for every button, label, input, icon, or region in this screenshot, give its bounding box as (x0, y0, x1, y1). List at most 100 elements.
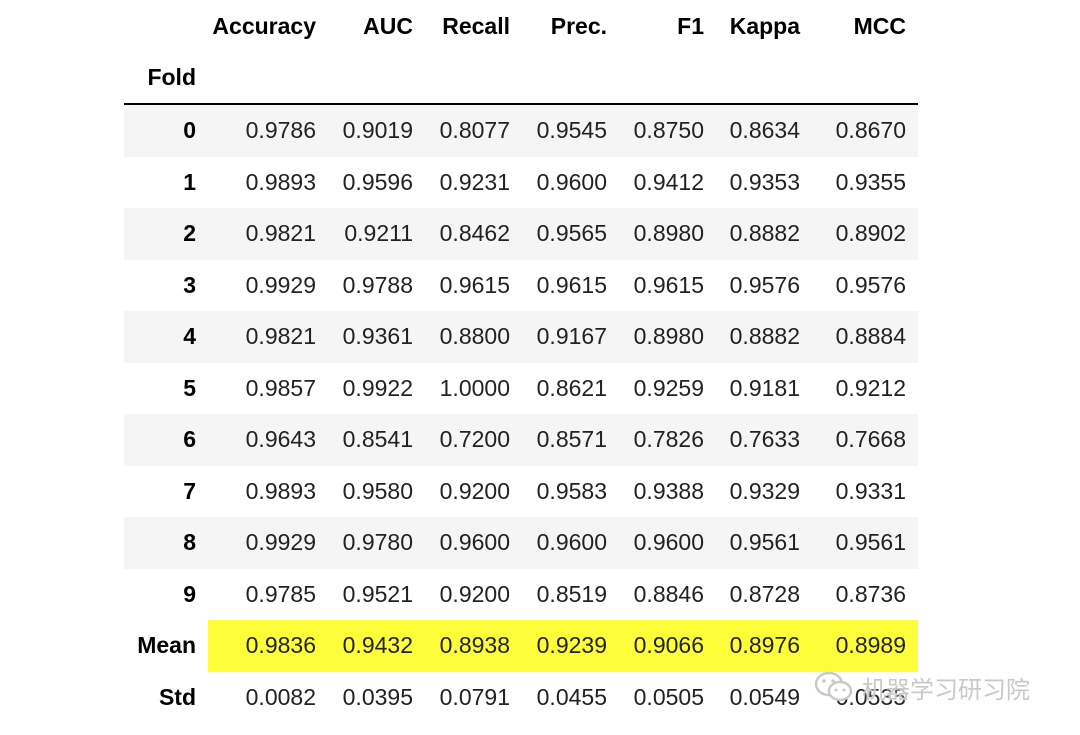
row-index-7: 7 (183, 477, 196, 504)
watermark-text: 机器学习研习院 (862, 675, 1030, 704)
cell-auc: 0.9596 (342, 168, 413, 195)
cell-accuracy: 0.9821 (245, 220, 316, 247)
cell-recall: 0.8800 (439, 323, 510, 350)
cell-recall: 0.9600 (439, 529, 510, 556)
index-header-row: Fold (124, 52, 918, 104)
cell-kappa: 0.8882 (729, 323, 800, 350)
column-header-precision: Prec. (550, 12, 607, 39)
table-row: 3 0.9929 0.9788 0.9615 0.9615 0.9615 0.9576 0.9… (124, 259, 918, 311)
row-index-8: 8 (183, 529, 196, 556)
cell-kappa: 0.0549 (729, 683, 800, 710)
cell-mcc: 0.8670 (835, 117, 906, 144)
row-index-6: 6 (183, 426, 196, 453)
cell-kappa: 0.9181 (729, 374, 800, 401)
table-row: 2 0.9821 0.9211 0.8462 0.9565 0.8980 0.8882 0.8… (124, 208, 918, 260)
cell-precision: 0.9583 (536, 477, 607, 504)
cell-accuracy: 0.9786 (245, 117, 316, 144)
cell-precision: 0.9239 (522, 620, 619, 672)
table-row: 0 0.9786 0.9019 0.8077 0.9545 0.8750 0.8634 0.8… (124, 104, 918, 157)
cell-mcc: 0.8884 (835, 323, 906, 350)
row-index-0: 0 (183, 117, 196, 144)
cell-precision: 0.8571 (536, 426, 607, 453)
column-header-row: Accuracy AUC Recall Prec. F1 Kappa MCC (124, 0, 918, 52)
cell-kappa: 0.9561 (729, 529, 800, 556)
cell-mcc: 0.8989 (812, 620, 918, 672)
cell-mcc: 0.8902 (835, 220, 906, 247)
column-header-auc: AUC (363, 12, 413, 39)
cell-kappa: 0.9329 (729, 477, 800, 504)
cell-f1: 0.9388 (633, 477, 704, 504)
wechat-icon (814, 670, 854, 704)
index-name-fold: Fold (147, 64, 196, 90)
cell-f1: 0.9600 (633, 529, 704, 556)
cell-recall: 0.0791 (439, 683, 510, 710)
cell-precision: 0.8519 (536, 580, 607, 607)
cell-accuracy: 0.9929 (245, 529, 316, 556)
table-row: 1 0.9893 0.9596 0.9231 0.9600 0.9412 0.9353 0.9… (124, 156, 918, 208)
cell-precision: 0.9600 (536, 529, 607, 556)
cell-auc: 0.9580 (342, 477, 413, 504)
cv-results-table: Accuracy AUC Recall Prec. F1 Kappa MCC F… (124, 0, 918, 723)
cell-accuracy: 0.9893 (245, 168, 316, 195)
cell-mcc: 0.7668 (835, 426, 906, 453)
table-row: Mean 0.9836 0.9432 0.8938 0.9239 0.9066 0.8976… (124, 620, 918, 672)
cell-auc: 0.9019 (342, 117, 413, 144)
results-table-container: Accuracy AUC Recall Prec. F1 Kappa MCC F… (124, 0, 918, 723)
cell-recall: 0.9200 (439, 477, 510, 504)
row-index-4: 4 (183, 323, 196, 350)
column-header-kappa: Kappa (729, 12, 800, 39)
cell-kappa: 0.9576 (729, 271, 800, 298)
cell-kappa: 0.8882 (729, 220, 800, 247)
table-row: 7 0.9893 0.9580 0.9200 0.9583 0.9388 0.9329 0.9… (124, 465, 918, 517)
cell-mcc: 0.9212 (835, 374, 906, 401)
cell-accuracy: 0.9643 (245, 426, 316, 453)
cell-f1: 0.8980 (633, 323, 704, 350)
cell-kappa: 0.9353 (729, 168, 800, 195)
cell-precision: 0.0455 (536, 683, 607, 710)
cell-auc: 0.0395 (342, 683, 413, 710)
cell-f1: 0.9066 (619, 620, 716, 672)
cell-mcc: 0.9355 (835, 168, 906, 195)
cell-precision: 0.9615 (536, 271, 607, 298)
cell-recall: 0.8938 (425, 620, 522, 672)
row-index-5: 5 (183, 374, 196, 401)
row-index-2: 2 (183, 220, 196, 247)
cell-recall: 0.9200 (439, 580, 510, 607)
cell-recall: 1.0000 (439, 374, 510, 401)
cell-kappa: 0.8976 (716, 620, 812, 672)
table-row: 8 0.9929 0.9780 0.9600 0.9600 0.9600 0.9561 0.9… (124, 517, 918, 569)
cell-f1: 0.9412 (633, 168, 704, 195)
cell-accuracy: 0.9893 (245, 477, 316, 504)
table-row: Std 0.0082 0.0395 0.0791 0.0455 0.0505 0.0549 0… (124, 671, 918, 723)
cell-precision: 0.9167 (536, 323, 607, 350)
cell-kappa: 0.8728 (729, 580, 800, 607)
cell-accuracy: 0.9929 (245, 271, 316, 298)
table-row: 4 0.9821 0.9361 0.8800 0.9167 0.8980 0.8882 0.8… (124, 311, 918, 363)
table-row: 9 0.9785 0.9521 0.9200 0.8519 0.8846 0.8728 0.8… (124, 568, 918, 620)
cell-recall: 0.7200 (439, 426, 510, 453)
cell-accuracy: 0.9785 (245, 580, 316, 607)
cell-auc: 0.9788 (342, 271, 413, 298)
cell-precision: 0.9565 (536, 220, 607, 247)
cell-auc: 0.9432 (328, 620, 425, 672)
table-body: 0 0.9786 0.9019 0.8077 0.9545 0.8750 0.8634 0.8… (124, 104, 918, 723)
cell-f1: 0.8846 (633, 580, 704, 607)
cell-auc: 0.9361 (342, 323, 413, 350)
cell-f1: 0.0505 (633, 683, 704, 710)
cell-auc: 0.9211 (344, 220, 413, 247)
cell-auc: 0.9780 (342, 529, 413, 556)
cell-accuracy: 0.0082 (245, 683, 316, 710)
row-index-std: Std (158, 683, 196, 710)
cell-recall: 0.9231 (439, 168, 510, 195)
cell-auc: 0.9922 (342, 374, 413, 401)
cell-precision: 0.9600 (536, 168, 607, 195)
cell-f1: 0.7826 (633, 426, 704, 453)
cell-f1: 0.8980 (633, 220, 704, 247)
column-header-mcc: MCC (853, 12, 906, 39)
cell-mcc: 0.9561 (835, 529, 906, 556)
cell-recall: 0.8077 (439, 117, 510, 144)
cell-mcc: 0.9576 (835, 271, 906, 298)
cell-mcc: 0.9331 (835, 477, 906, 504)
watermark: 机器学习研习院 (814, 667, 1030, 707)
cell-accuracy: 0.9821 (245, 323, 316, 350)
